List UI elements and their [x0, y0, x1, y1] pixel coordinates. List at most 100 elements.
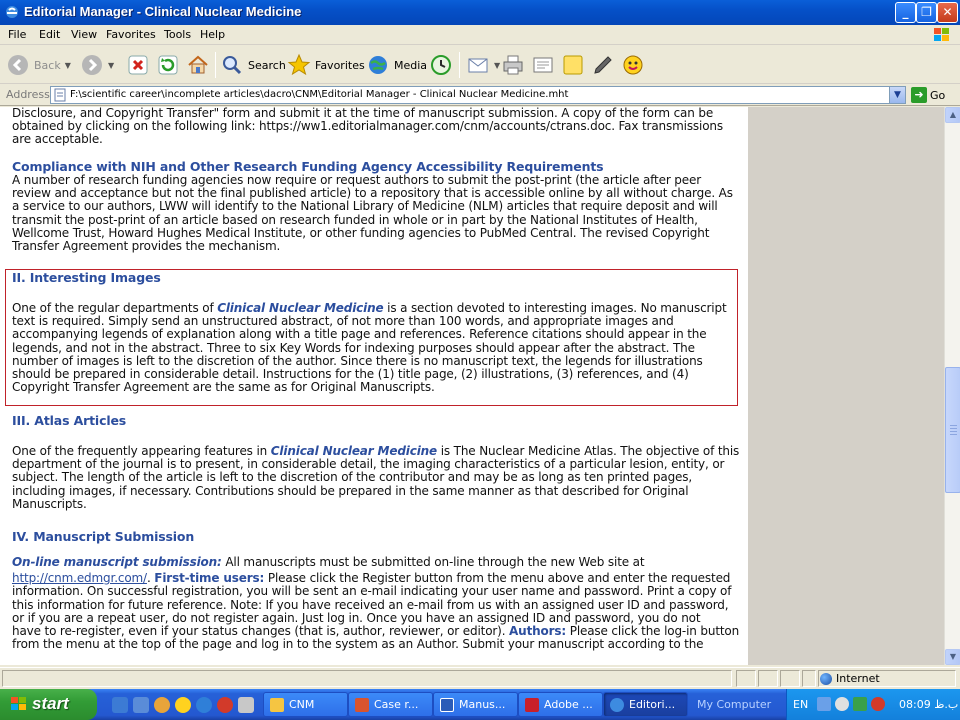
address-dropdown-button[interactable]: ▼ — [889, 87, 905, 103]
task-button-adobe[interactable]: Adobe ... — [518, 692, 603, 717]
media-globe-icon — [369, 56, 387, 74]
volume-icon[interactable] — [835, 697, 849, 711]
scroll-up-button[interactable]: ▲ — [945, 107, 960, 123]
home-button[interactable] — [186, 51, 210, 79]
edit-button[interactable] — [531, 51, 555, 79]
globe-icon[interactable] — [196, 697, 212, 713]
clock[interactable]: 08:09 ب.ظ — [899, 698, 958, 711]
address-url: F:\scientific career\incomplete articles… — [70, 89, 569, 100]
text-line: including images, if necessary. Contribu… — [12, 483, 689, 498]
text-line: are acceptable. — [12, 132, 103, 147]
text-run: One of the frequently appearing features… — [12, 444, 271, 458]
globe-icon — [820, 672, 832, 685]
search-icon — [223, 56, 242, 75]
atlas-section: III. Atlas Articles One of the frequentl… — [12, 414, 739, 511]
messenger-icon[interactable] — [175, 697, 191, 713]
grip-line — [950, 431, 957, 432]
start-button[interactable]: start — [0, 689, 97, 720]
minimize-button[interactable]: _ — [895, 2, 916, 23]
back-button[interactable]: Back ▼ — [6, 51, 71, 79]
security-zone: Internet — [820, 672, 880, 685]
toolbar-separator — [215, 52, 216, 78]
atlas-heading: III. Atlas Articles — [12, 413, 127, 428]
status-cell — [736, 670, 756, 687]
title-bar[interactable]: Editorial Manager - Clinical Nuclear Med… — [0, 0, 960, 25]
chevron-down-icon: ▼ — [108, 60, 115, 70]
app-icon[interactable] — [238, 697, 254, 713]
address-input[interactable]: F:\scientific career\incomplete articles… — [50, 86, 906, 104]
back-label: Back — [34, 58, 61, 72]
scroll-down-button[interactable]: ▼ — [945, 649, 960, 665]
text-run: All manuscripts must be submitted on-lin… — [221, 555, 645, 569]
scroll-thumb[interactable] — [945, 367, 960, 493]
favorites-label: Favorites — [315, 58, 365, 72]
task-button-manus[interactable]: Manus... — [433, 692, 518, 717]
research-button[interactable] — [591, 51, 615, 79]
vertical-scrollbar[interactable]: ▲ ▼ — [944, 107, 960, 665]
messenger-button[interactable] — [621, 51, 645, 79]
close-button[interactable]: ✕ — [937, 2, 958, 23]
online-submission-label: On-line manuscript submission: — [12, 555, 222, 569]
restore-button[interactable]: ❐ — [916, 2, 937, 23]
stop-button[interactable] — [126, 51, 150, 79]
back-arrow-icon — [8, 55, 28, 75]
menu-help[interactable]: Help — [200, 28, 225, 41]
tray-app-icon[interactable] — [871, 697, 885, 711]
grip-line — [950, 428, 957, 429]
menu-view[interactable]: View — [71, 28, 97, 41]
text-line: from the menu at the top of the page and… — [12, 637, 704, 652]
submission-url-link[interactable]: http://cnm.edmgr.com/ — [12, 571, 147, 585]
discuss-button[interactable] — [561, 51, 585, 79]
menu-favorites[interactable]: Favorites — [106, 28, 156, 41]
windows-flag-icon — [934, 28, 949, 41]
go-button[interactable]: ➜ Go — [911, 87, 945, 103]
antivirus-icon[interactable] — [853, 697, 867, 711]
search-button[interactable]: Search — [220, 51, 286, 79]
language-indicator[interactable]: EN — [793, 698, 808, 711]
compliance-section: Compliance with NIH and Other Research F… — [12, 160, 733, 253]
menu-file[interactable]: File — [8, 28, 26, 41]
task-label: Case r... — [374, 698, 419, 711]
task-button-editorial[interactable]: Editori... — [603, 692, 688, 717]
media-button[interactable]: Media — [366, 51, 427, 79]
internet-explorer-icon — [6, 6, 18, 18]
my-computer-toolbar[interactable]: My Computer — [697, 698, 771, 711]
refresh-icon — [158, 55, 178, 75]
status-bar: Internet — [0, 667, 960, 688]
history-button[interactable] — [429, 51, 453, 79]
text-line: subject. The length of the article is le… — [12, 470, 693, 485]
task-button-cnm[interactable]: CNM — [263, 692, 348, 717]
powerpoint-icon — [355, 698, 369, 712]
edit-page-icon — [533, 57, 553, 73]
show-desktop-icon[interactable] — [133, 697, 149, 713]
menu-edit[interactable]: Edit — [39, 28, 60, 41]
favorites-button[interactable]: Favorites — [287, 51, 365, 79]
ie-quicklaunch-icon[interactable] — [112, 697, 128, 713]
media-player-icon[interactable] — [154, 697, 170, 713]
forward-button[interactable]: ▼ — [80, 51, 114, 79]
text-run: is The Nuclear Medicine Atlas. The objec… — [437, 444, 740, 458]
browser-content[interactable]: Disclosure, and Copyright Transfer" form… — [0, 107, 944, 665]
adobe-icon — [525, 698, 539, 712]
print-button[interactable] — [501, 51, 525, 79]
network-icon[interactable] — [817, 697, 831, 711]
app-icon[interactable] — [217, 697, 233, 713]
pen-icon — [594, 56, 612, 74]
submission-heading: IV. Manuscript Submission — [12, 529, 195, 544]
task-label: Manus... — [459, 698, 506, 711]
text-line: a service to our authors, LWW will ident… — [12, 199, 718, 214]
mail-button[interactable]: ▼ — [466, 51, 500, 79]
taskbar: start CNM Case r... Manus... Adobe ... E… — [0, 689, 960, 720]
page-margin — [748, 107, 944, 665]
text-run: Please click the Register button from th… — [264, 571, 731, 586]
menu-tools[interactable]: Tools — [164, 28, 191, 41]
task-button-case[interactable]: Case r... — [348, 692, 433, 717]
submission-section: IV. Manuscript Submission On-line manusc… — [12, 530, 739, 651]
refresh-button[interactable] — [156, 51, 180, 79]
go-label: Go — [930, 88, 946, 102]
task-label: Editori... — [629, 698, 676, 711]
highlight-box — [5, 269, 738, 406]
page-icon — [54, 88, 66, 102]
authors-label: Authors: — [509, 624, 567, 639]
mail-icon — [468, 58, 488, 73]
